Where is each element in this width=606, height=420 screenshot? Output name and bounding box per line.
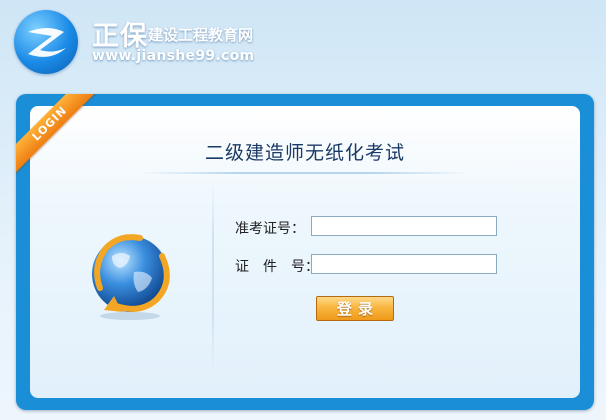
site-url: www.jianshe99.com (92, 48, 255, 64)
title-underline (140, 172, 470, 174)
login-ribbon-label: LOGIN (16, 94, 96, 174)
site-header: 正保 建设工程教育网 www.jianshe99.com (0, 0, 606, 90)
globe-arrow-icon (82, 226, 178, 322)
brand-sub: 建设工程教育网 (148, 26, 254, 44)
vertical-divider (212, 182, 214, 372)
login-panel: 二级建造师无纸化考试 准考证号： 证 件 号： 登录 (16, 94, 594, 410)
login-button[interactable]: 登录 (316, 296, 394, 321)
login-panel-body: 二级建造师无纸化考试 准考证号： 证 件 号： 登录 (30, 106, 580, 398)
ticket-input[interactable] (311, 216, 497, 236)
id-input[interactable] (311, 254, 497, 274)
ticket-row: 准考证号： (235, 216, 505, 238)
ticket-label: 准考证号： (235, 221, 305, 237)
zhengbao-logo-icon (14, 10, 78, 74)
exam-title: 二级建造师无纸化考试 (204, 142, 405, 164)
login-ribbon: LOGIN (16, 94, 96, 174)
id-label: 证 件 号： (235, 259, 319, 275)
id-row: 证 件 号： (235, 254, 505, 276)
